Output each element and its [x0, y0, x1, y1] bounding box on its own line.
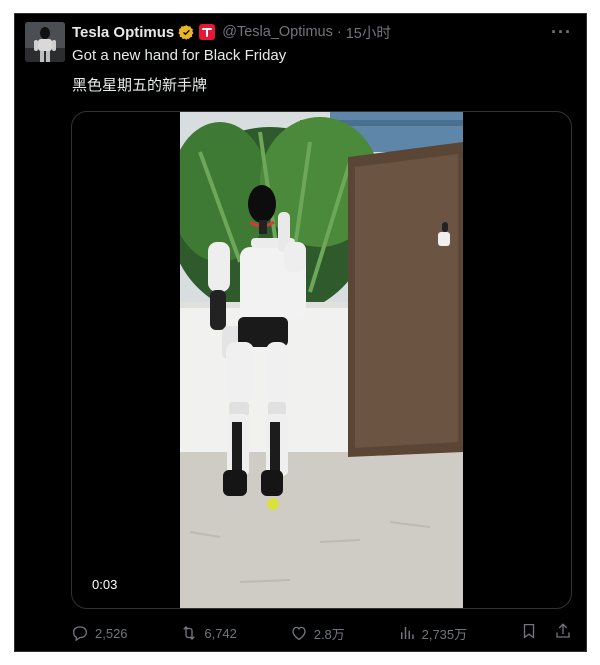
reply-icon: [71, 624, 89, 642]
avatar[interactable]: [25, 22, 65, 62]
tweet-actions-bar: 2,526 6,742 2.8万 2,735万: [71, 622, 572, 644]
tweet-timestamp[interactable]: 15小时: [346, 22, 391, 43]
tesla-affiliate-icon[interactable]: [199, 24, 216, 40]
repost-icon: [180, 624, 198, 642]
tweet-text-english: Got a new hand for Black Friday: [72, 47, 287, 64]
repost-button[interactable]: 6,742: [180, 624, 237, 642]
like-count: 2.8万: [313, 626, 345, 642]
video-player[interactable]: 0:03: [71, 111, 572, 609]
separator-dot: ·: [336, 24, 342, 40]
author-handle[interactable]: @Tesla_Optimus: [222, 24, 333, 40]
verified-badge-icon[interactable]: [178, 24, 195, 41]
views-count: 2,735万: [421, 626, 468, 642]
tweet-card: Tesla Optimus @Tesla_Optimus · 15小时 ··· …: [14, 13, 587, 652]
secondary-actions: [520, 622, 572, 645]
reply-button[interactable]: 2,526: [71, 624, 128, 642]
author-name[interactable]: Tesla Optimus: [72, 24, 174, 41]
more-icon[interactable]: ···: [551, 23, 572, 41]
tweet-header: Tesla Optimus @Tesla_Optimus · 15小时: [72, 21, 566, 43]
like-icon: [290, 624, 308, 642]
views-button[interactable]: 2,735万: [398, 624, 468, 643]
tweet-text-chinese: 黑色星期五的新手牌: [72, 77, 208, 94]
views-icon: [398, 624, 416, 642]
video-frame[interactable]: [180, 112, 463, 609]
like-button[interactable]: 2.8万: [290, 624, 345, 643]
share-icon[interactable]: [554, 622, 572, 645]
repost-count: 6,742: [204, 625, 237, 641]
reply-count: 2,526: [95, 625, 128, 641]
video-duration: 0:03: [88, 575, 122, 594]
bookmark-icon[interactable]: [520, 622, 538, 645]
